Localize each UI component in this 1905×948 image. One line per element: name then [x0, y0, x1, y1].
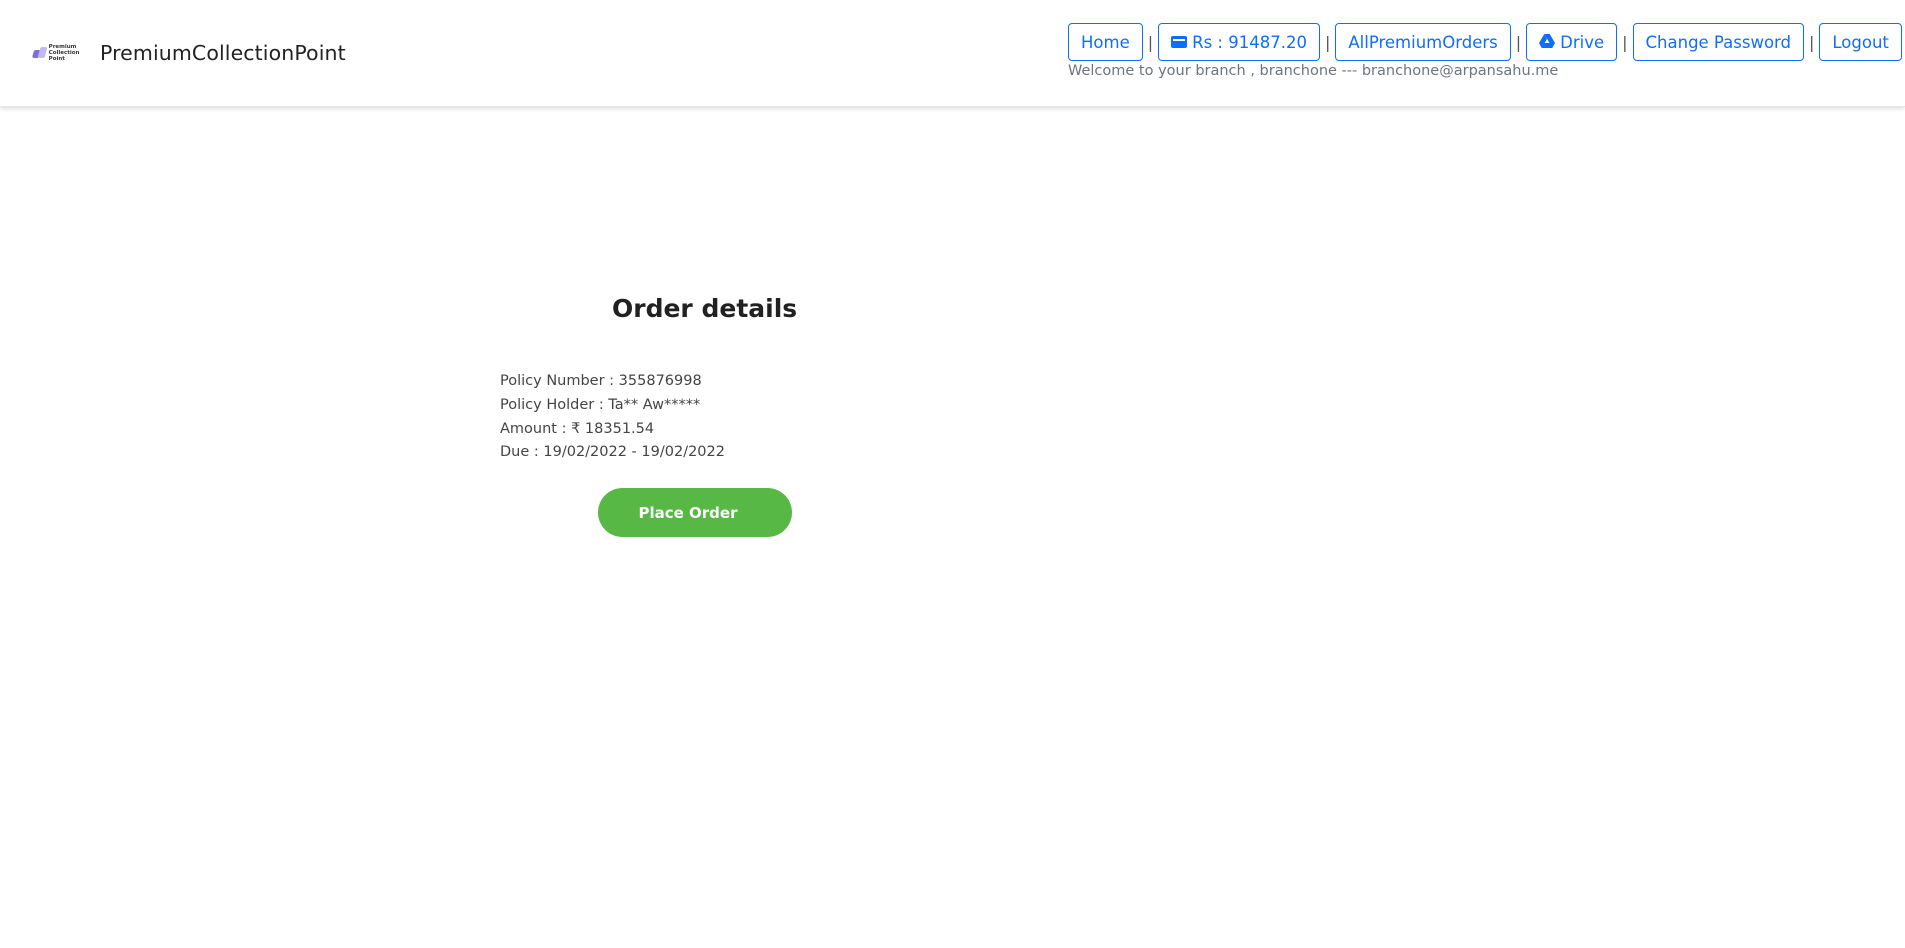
page-title: Order details	[612, 294, 798, 323]
policy-holder: Policy Holder : Ta** Aw*****	[500, 396, 701, 413]
change-password-button[interactable]: Change Password	[1632, 23, 1805, 61]
brand-logo: Premium Collection Point	[31, 40, 93, 66]
logo-text-line2: Collection Point	[48, 50, 80, 62]
drive-button[interactable]: Drive	[1526, 23, 1618, 61]
google-drive-icon	[1539, 33, 1556, 52]
due-dates: Due : 19/02/2022 - 19/02/2022	[500, 444, 725, 461]
amount: Amount : ₹ 18351.54	[500, 420, 655, 437]
wallet-balance-label: Rs : 91487.20	[1192, 32, 1307, 52]
home-button[interactable]: Home	[1068, 23, 1143, 61]
brand-link[interactable]: Premium Collection Point PremiumCollecti…	[31, 40, 346, 66]
top-navbar: Premium Collection Point PremiumCollecti…	[0, 0, 1905, 107]
logo-icon	[31, 47, 48, 59]
nav-buttons: Home | Rs : 91487.20 | AllPremiumOrders …	[1068, 23, 1902, 61]
drive-label: Drive	[1560, 32, 1605, 52]
wallet-balance-button[interactable]: Rs : 91487.20	[1158, 23, 1320, 61]
logo-text: Premium Collection Point	[49, 44, 93, 62]
policy-number: Policy Number : 355876998	[500, 373, 702, 389]
welcome-message: Welcome to your branch , branchone --- b…	[1068, 63, 1559, 79]
all-premium-orders-button[interactable]: AllPremiumOrders	[1335, 23, 1511, 61]
nav-separator: |	[1809, 32, 1815, 52]
place-order-button[interactable]: Place Order	[598, 488, 792, 537]
order-details: Policy Number : 355876998 Policy Holder …	[500, 370, 725, 465]
nav-separator: |	[1147, 32, 1154, 52]
logout-button[interactable]: Logout	[1819, 23, 1902, 61]
nav-separator: |	[1622, 32, 1628, 52]
wallet-icon	[1171, 36, 1188, 48]
nav-separator: |	[1324, 32, 1331, 52]
brand-name: PremiumCollectionPoint	[100, 41, 346, 65]
nav-separator: |	[1515, 32, 1522, 52]
